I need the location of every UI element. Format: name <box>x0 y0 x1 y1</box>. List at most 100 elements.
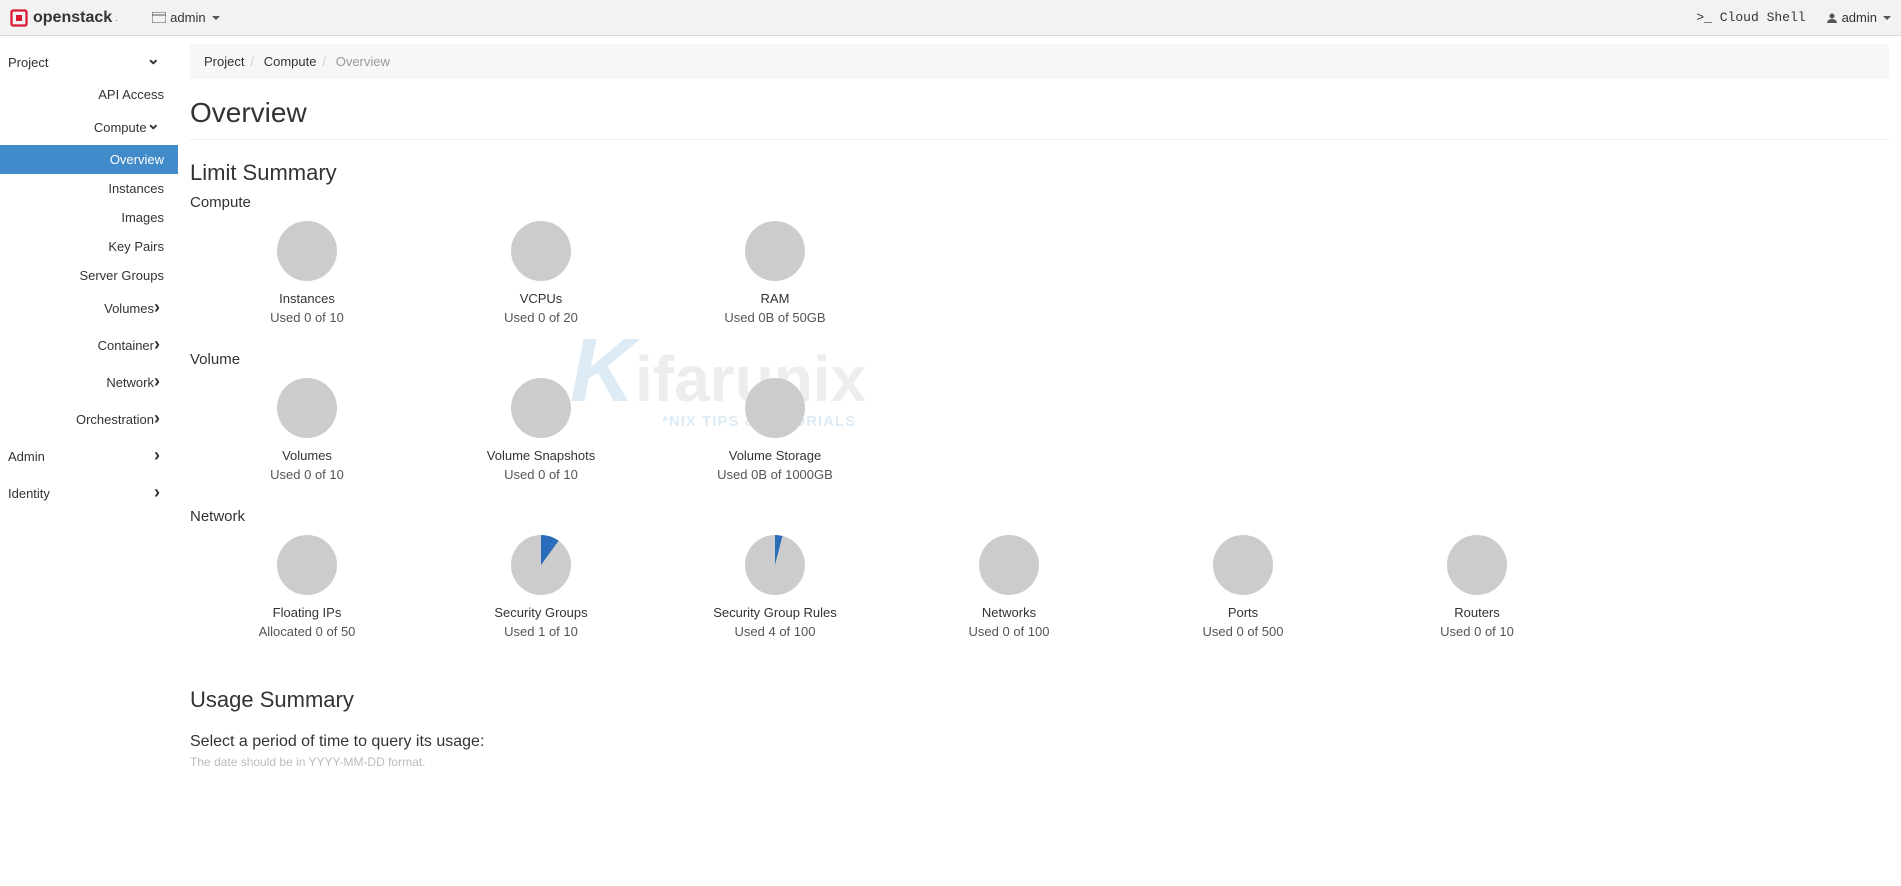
quota-tile: Floating IPs Allocated 0 of 50 <box>190 535 424 639</box>
quota-row-compute: Instances Used 0 of 10VCPUs Used 0 of 20RA… <box>190 221 1889 343</box>
quota-tile: Instances Used 0 of 10 <box>190 221 424 325</box>
nav-compute-server-groups[interactable]: Server Groups <box>0 261 178 290</box>
breadcrumb-project[interactable]: Project <box>204 54 244 69</box>
domain-selector[interactable]: admin <box>144 4 227 31</box>
user-label: admin <box>1842 10 1877 25</box>
chevron-right-icon <box>154 335 160 356</box>
quota-title: Floating IPs <box>190 605 424 620</box>
quota-tile: Security Group Rules Used 4 of 100 <box>658 535 892 639</box>
quota-text: Allocated 0 of 50 <box>190 624 424 639</box>
date-hint: The date should be in YYYY-MM-DD format. <box>190 755 1889 769</box>
cloud-shell-button[interactable]: >_ Cloud Shell <box>1696 10 1805 25</box>
quota-tile: Security Groups Used 1 of 10 <box>424 535 658 639</box>
topbar: openstack. admin >_ Cloud Shell admin <box>0 0 1901 36</box>
domain-icon <box>152 12 166 23</box>
nav-container[interactable]: Container <box>0 327 178 364</box>
domain-label: admin <box>170 10 205 25</box>
quota-pie-icon <box>1213 535 1273 595</box>
chevron-right-icon <box>154 372 160 393</box>
quota-tile: Volume Storage Used 0B of 1000GB <box>658 378 892 482</box>
breadcrumb: Project/ Compute/ Overview <box>190 44 1889 79</box>
caret-icon <box>212 16 220 20</box>
quota-text: Used 0 of 20 <box>424 310 658 325</box>
quota-pie-icon <box>745 378 805 438</box>
quota-title: Volume Storage <box>658 448 892 463</box>
quota-pie-icon <box>979 535 1039 595</box>
nav-compute[interactable]: Compute <box>0 109 178 145</box>
quota-title: Volume Snapshots <box>424 448 658 463</box>
openstack-icon <box>10 9 28 27</box>
quota-tile: Networks Used 0 of 100 <box>892 535 1126 639</box>
nav-admin[interactable]: Admin <box>0 438 178 475</box>
quota-tile: Routers Used 0 of 10 <box>1360 535 1594 639</box>
quota-pie-icon <box>511 221 571 281</box>
usage-prompt: Select a period of time to query its usa… <box>190 733 1889 751</box>
quota-text: Used 0B of 1000GB <box>658 467 892 482</box>
quota-title: Networks <box>892 605 1126 620</box>
chevron-down-icon <box>147 52 160 72</box>
quota-text: Used 0 of 10 <box>1360 624 1594 639</box>
nav-project[interactable]: Project <box>0 44 178 80</box>
brand-sub: . <box>115 13 118 23</box>
quota-text: Used 0 of 10 <box>190 310 424 325</box>
brand-text: openstack <box>33 9 112 27</box>
user-menu[interactable]: admin <box>1826 10 1891 25</box>
nav-api-access[interactable]: API Access <box>0 80 178 109</box>
quota-title: Security Groups <box>424 605 658 620</box>
quota-pie-icon <box>1447 535 1507 595</box>
quota-pie-icon <box>511 378 571 438</box>
chevron-down-icon <box>147 117 160 137</box>
limit-summary-heading: Limit Summary <box>190 160 1889 186</box>
quota-tile: RAM Used 0B of 50GB <box>658 221 892 325</box>
nav-network[interactable]: Network <box>0 364 178 401</box>
quota-row-volume: VolumesUsed 0 of 10Volume SnapshotsUsed … <box>190 378 1889 500</box>
nav-orchestration[interactable]: Orchestration <box>0 401 178 438</box>
quota-text: Used 0 of 10 <box>424 467 658 482</box>
breadcrumb-compute[interactable]: Compute <box>264 54 317 69</box>
chevron-right-icon <box>154 483 160 504</box>
quota-tile: Volume Snapshots Used 0 of 10 <box>424 378 658 482</box>
nav-compute-key-pairs[interactable]: Key Pairs <box>0 232 178 261</box>
quota-title: Routers <box>1360 605 1594 620</box>
chevron-right-icon <box>154 409 160 430</box>
nav-volumes[interactable]: Volumes <box>0 290 178 327</box>
quota-pie-icon <box>745 221 805 281</box>
quota-tile: Ports Used 0 of 500 <box>1126 535 1360 639</box>
quota-text: Used 4 of 100 <box>658 624 892 639</box>
quota-title: VCPUs <box>424 291 658 306</box>
divider <box>190 139 1889 140</box>
nav-compute-instances[interactable]: Instances <box>0 174 178 203</box>
breadcrumb-current: Overview <box>336 54 390 69</box>
compute-heading: Compute <box>190 194 1889 211</box>
quota-pie-icon <box>277 221 337 281</box>
quota-text: Used 0 of 100 <box>892 624 1126 639</box>
main-content: Project/ Compute/ Overview Overview Limi… <box>178 36 1901 799</box>
quota-title: Security Group Rules <box>658 605 892 620</box>
user-icon <box>1826 12 1838 24</box>
quota-tile: Volumes Used 0 of 10 <box>190 378 424 482</box>
quota-text: Used 0 of 10 <box>190 467 424 482</box>
quota-tile: VCPUs Used 0 of 20 <box>424 221 658 325</box>
quota-title: Volumes <box>190 448 424 463</box>
caret-icon <box>1883 16 1891 20</box>
nav-compute-images[interactable]: Images <box>0 203 178 232</box>
quota-pie-icon <box>745 535 805 595</box>
quota-title: Instances <box>190 291 424 306</box>
quota-title: RAM <box>658 291 892 306</box>
nav-identity[interactable]: Identity <box>0 475 178 512</box>
chevron-right-icon <box>154 446 160 467</box>
quota-row-network: Floating IPsAllocated 0 of 50Security Gr… <box>190 535 1889 657</box>
quota-pie-icon <box>277 535 337 595</box>
volume-heading: Volume <box>190 351 1889 368</box>
page-title: Overview <box>190 97 1889 129</box>
quota-title: Ports <box>1126 605 1360 620</box>
quota-text: Used 0B of 50GB <box>658 310 892 325</box>
quota-pie-icon <box>277 378 337 438</box>
chevron-right-icon <box>154 298 160 319</box>
quota-pie-icon <box>511 535 571 595</box>
nav-compute-overview[interactable]: Overview <box>0 145 178 174</box>
brand-logo[interactable]: openstack. <box>10 9 118 27</box>
usage-summary-heading: Usage Summary <box>190 687 1889 713</box>
quota-text: Used 1 of 10 <box>424 624 658 639</box>
quota-text: Used 0 of 500 <box>1126 624 1360 639</box>
